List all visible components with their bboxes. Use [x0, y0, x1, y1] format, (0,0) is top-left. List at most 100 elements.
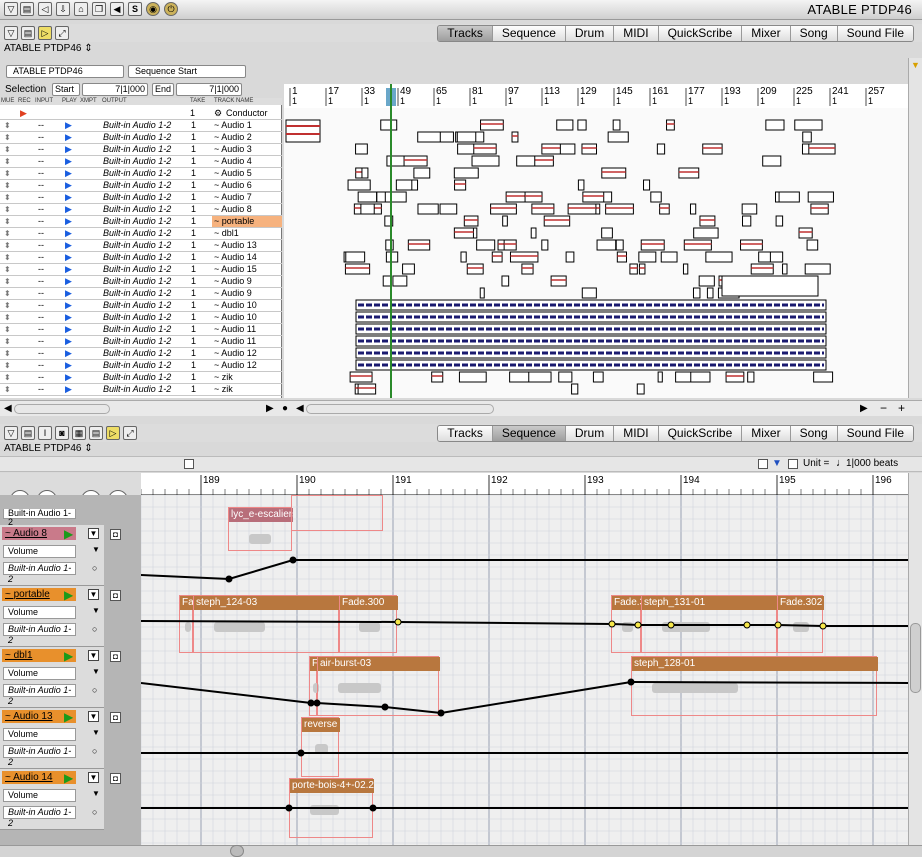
play-icon[interactable]: ▶	[65, 360, 72, 371]
output-value[interactable]: Built-in Audio 1-2	[103, 180, 171, 191]
snap-icon[interactable]: ⤢	[55, 26, 69, 40]
input-value[interactable]: --	[38, 360, 44, 371]
play-icon[interactable]: ▶	[65, 276, 72, 287]
input-value[interactable]: --	[38, 348, 44, 359]
track-name[interactable]: ~ Audio 7	[212, 192, 282, 203]
document-icon[interactable]: ▤	[20, 2, 34, 16]
play-icon[interactable]: ▶	[65, 324, 72, 335]
checkbox[interactable]	[758, 459, 768, 469]
output-value[interactable]: Built-in Audio 1-2	[103, 276, 171, 287]
output-value[interactable]: Built-in Audio 1-2	[103, 132, 171, 143]
solo-icon[interactable]: S	[128, 2, 142, 16]
tab-tracks[interactable]: Tracks	[438, 26, 493, 41]
output-circle-icon[interactable]: ○	[92, 624, 97, 634]
output-value[interactable]: Built-in Audio 1-2	[103, 120, 171, 131]
tab-mixer[interactable]: Mixer	[742, 26, 791, 41]
track-name[interactable]: ~ Audio 10	[212, 312, 282, 323]
camera-icon[interactable]: ◙	[55, 426, 69, 440]
output-value[interactable]: Built-in Audio 1-2	[103, 384, 171, 395]
mute-toggle-icon[interactable]: ⬍	[4, 288, 11, 299]
menu-triangle-icon[interactable]: ▽	[4, 426, 18, 440]
tab-sound-file[interactable]: Sound File	[837, 426, 913, 441]
output-value[interactable]: Built-in Audio 1-2	[103, 324, 171, 335]
play-icon[interactable]: ▶	[65, 312, 72, 323]
list-horizontal-scroll-thumb[interactable]	[14, 404, 110, 414]
mute-toggle-icon[interactable]: ⬍	[4, 300, 11, 311]
tab-mixer[interactable]: Mixer	[742, 426, 791, 441]
track-row[interactable]: ⬍ -- ▶ Built-in Audio 1-2 1 ~ Audio 11	[0, 324, 282, 336]
scroll-left-arrow-icon[interactable]: ◀	[4, 403, 12, 414]
upper-doc-title[interactable]: ATABLE PTDP46 ⇕	[4, 43, 93, 54]
column-header[interactable]: OUTPUT	[102, 98, 127, 104]
output-value[interactable]: Built-in Audio 1-2	[103, 300, 171, 311]
track-name[interactable]: ~ Audio 12	[212, 348, 282, 359]
split-handle-icon[interactable]	[230, 845, 244, 857]
mute-toggle-icon[interactable]: ⬍	[4, 144, 11, 155]
mute-toggle-icon[interactable]: ⬍	[4, 276, 11, 287]
play-icon[interactable]: ▶	[65, 384, 72, 395]
tab-song[interactable]: Song	[790, 426, 838, 441]
mute-toggle-icon[interactable]: ⬍	[4, 312, 11, 323]
menu-triangle-icon[interactable]: ▽	[4, 26, 18, 40]
track-name[interactable]: ~ Audio 6	[212, 180, 282, 191]
play-icon[interactable]: ▶	[65, 144, 72, 155]
output-value[interactable]: Built-in Audio 1-2	[103, 228, 171, 239]
snap-icon[interactable]: ⤢	[123, 426, 137, 440]
track-row[interactable]: ⬍ -- ▶ Built-in Audio 1-2 1 ~ Audio 6	[0, 180, 282, 192]
mute-toggle-icon[interactable]: ⬍	[4, 120, 11, 131]
input-value[interactable]: --	[38, 288, 44, 299]
output-select[interactable]: Built-in Audio 1-2	[3, 806, 76, 828]
camera-icon[interactable]: ◘	[110, 773, 121, 784]
take-value[interactable]: 1	[191, 348, 196, 359]
take-value[interactable]: 1	[191, 252, 196, 263]
track-name[interactable]: ~ Audio 4	[212, 156, 282, 167]
track-row[interactable]: ⬍ -- ▶ Built-in Audio 1-2 1 ~ Audio 15	[0, 264, 282, 276]
lower-vertical-scrollbar[interactable]	[908, 473, 922, 845]
input-value[interactable]: --	[38, 216, 44, 227]
mute-toggle-icon[interactable]: ⬍	[4, 156, 11, 167]
home-icon[interactable]: ⌂	[74, 2, 88, 16]
zoom-in-icon[interactable]: +	[898, 401, 905, 415]
input-value[interactable]: --	[38, 120, 44, 131]
sequence-graph-area[interactable]: lyc_e-escaliers-cFasteph_124-03Fade.300F…	[141, 495, 908, 845]
unit-value[interactable]: 1|000 beats	[846, 458, 898, 469]
track-name[interactable]: ~ Audio 13	[212, 240, 282, 251]
input-value[interactable]: --	[38, 312, 44, 323]
column-header[interactable]: TAKE	[190, 98, 205, 104]
column-header[interactable]: REC	[18, 98, 31, 104]
play-icon[interactable]: ▶	[65, 348, 72, 359]
start-value-field[interactable]: 7|1|000	[82, 83, 148, 96]
input-value[interactable]: --	[38, 132, 44, 143]
input-value[interactable]: --	[38, 144, 44, 155]
mute-toggle-icon[interactable]: ⬍	[4, 336, 11, 347]
track-name[interactable]: ~ Audio 3	[212, 144, 282, 155]
mute-toggle-icon[interactable]: ⬍	[4, 132, 11, 143]
mute-toggle-icon[interactable]: ⬍	[4, 168, 11, 179]
camera-icon[interactable]: ◘	[110, 651, 121, 662]
dropdown-icon[interactable]: ▼	[88, 589, 99, 600]
mute-toggle-icon[interactable]: ⬍	[4, 360, 11, 371]
tab-song[interactable]: Song	[790, 26, 838, 41]
output-value[interactable]: Built-in Audio 1-2	[103, 240, 171, 251]
column-header[interactable]: INPUT	[35, 98, 53, 104]
input-value[interactable]: --	[38, 168, 44, 179]
input-value[interactable]: --	[38, 180, 44, 191]
play-icon[interactable]: ▶	[64, 649, 73, 663]
take-value[interactable]: 1	[191, 336, 196, 347]
track-row[interactable]: ⬍ -- ▶ Built-in Audio 1-2 1 ~ Audio 13	[0, 240, 282, 252]
track-name[interactable]: ~ Audio 5	[212, 168, 282, 179]
tab-tracks[interactable]: Tracks	[438, 426, 493, 441]
output-value[interactable]: Built-in Audio 1-2	[103, 252, 171, 263]
take-value[interactable]: 1	[191, 156, 196, 167]
track-name[interactable]: ~ Audio 2	[212, 132, 282, 143]
parameter-select[interactable]: Volume	[3, 728, 76, 741]
tab-midi[interactable]: MIDI	[614, 426, 659, 441]
track-row[interactable]: ⬍ -- ▶ Built-in Audio 1-2 1 ~ portable	[0, 216, 282, 228]
parameter-select[interactable]: Volume	[3, 667, 76, 680]
list-icon[interactable]: ▦	[72, 426, 86, 440]
arrow-down-icon[interactable]: ⇩	[56, 2, 70, 16]
copy-icon[interactable]: ❐	[92, 2, 106, 16]
take-value[interactable]: 1	[191, 288, 196, 299]
output-circle-icon[interactable]: ○	[92, 746, 97, 756]
dropdown-icon[interactable]: ▼	[88, 772, 99, 783]
